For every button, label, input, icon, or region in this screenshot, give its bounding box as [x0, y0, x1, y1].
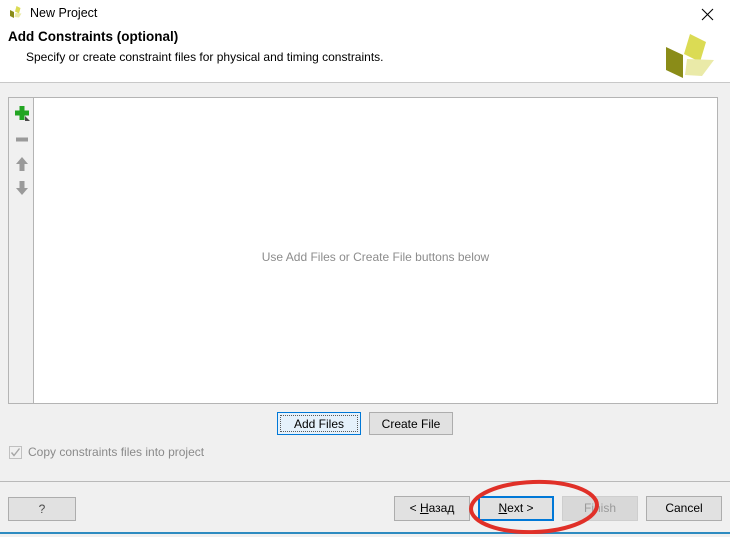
move-up-icon	[16, 157, 28, 171]
move-up-toolbar-button[interactable]	[10, 152, 34, 176]
dialog-footer: ? < Назад Next > Finish Cancel	[0, 482, 730, 534]
next-button-suffix: ext >	[507, 501, 534, 515]
list-toolbar	[8, 97, 34, 404]
navigation-buttons: < Назад Next > Finish Cancel	[394, 496, 722, 521]
move-down-icon	[16, 181, 28, 195]
close-icon	[701, 8, 713, 20]
file-action-buttons: Add Files Create File	[0, 412, 730, 435]
window-title: New Project	[30, 6, 98, 20]
page-subtitle: Specify or create constraint files for p…	[26, 50, 384, 64]
xilinx-logo-icon	[662, 32, 718, 80]
add-files-button[interactable]: Add Files	[277, 412, 361, 435]
move-down-toolbar-button[interactable]	[10, 176, 34, 200]
finish-button: Finish	[562, 496, 638, 521]
remove-icon	[16, 137, 28, 142]
back-button-suffix: азад	[428, 501, 455, 515]
next-button[interactable]: Next >	[478, 496, 554, 521]
page-title: Add Constraints (optional)	[8, 29, 179, 44]
add-files-toolbar-button[interactable]	[10, 101, 34, 125]
copy-constraints-option[interactable]: Copy constraints files into project	[9, 445, 204, 459]
close-button[interactable]	[684, 0, 730, 28]
constraints-file-list[interactable]: Use Add Files or Create File buttons bel…	[33, 97, 718, 404]
create-file-button[interactable]: Create File	[369, 412, 453, 435]
cancel-button[interactable]: Cancel	[646, 496, 722, 521]
dialog-body: Use Add Files or Create File buttons bel…	[0, 83, 730, 481]
dialog-header: Add Constraints (optional) Specify or cr…	[0, 28, 730, 83]
copy-constraints-checkbox[interactable]	[9, 445, 22, 459]
xilinx-logo-icon	[8, 5, 25, 22]
copy-constraints-label: Copy constraints files into project	[28, 445, 205, 459]
back-button-prefix: <	[409, 501, 420, 515]
next-button-accesskey: N	[498, 501, 508, 515]
add-icon	[15, 106, 30, 121]
checkmark-icon	[10, 447, 21, 457]
empty-list-message: Use Add Files or Create File buttons bel…	[261, 250, 490, 264]
back-button[interactable]: < Назад	[394, 496, 470, 521]
back-button-accesskey: Н	[419, 501, 429, 515]
help-button[interactable]: ?	[8, 497, 76, 521]
title-bar: New Project	[0, 0, 730, 28]
remove-file-toolbar-button[interactable]	[10, 127, 34, 151]
